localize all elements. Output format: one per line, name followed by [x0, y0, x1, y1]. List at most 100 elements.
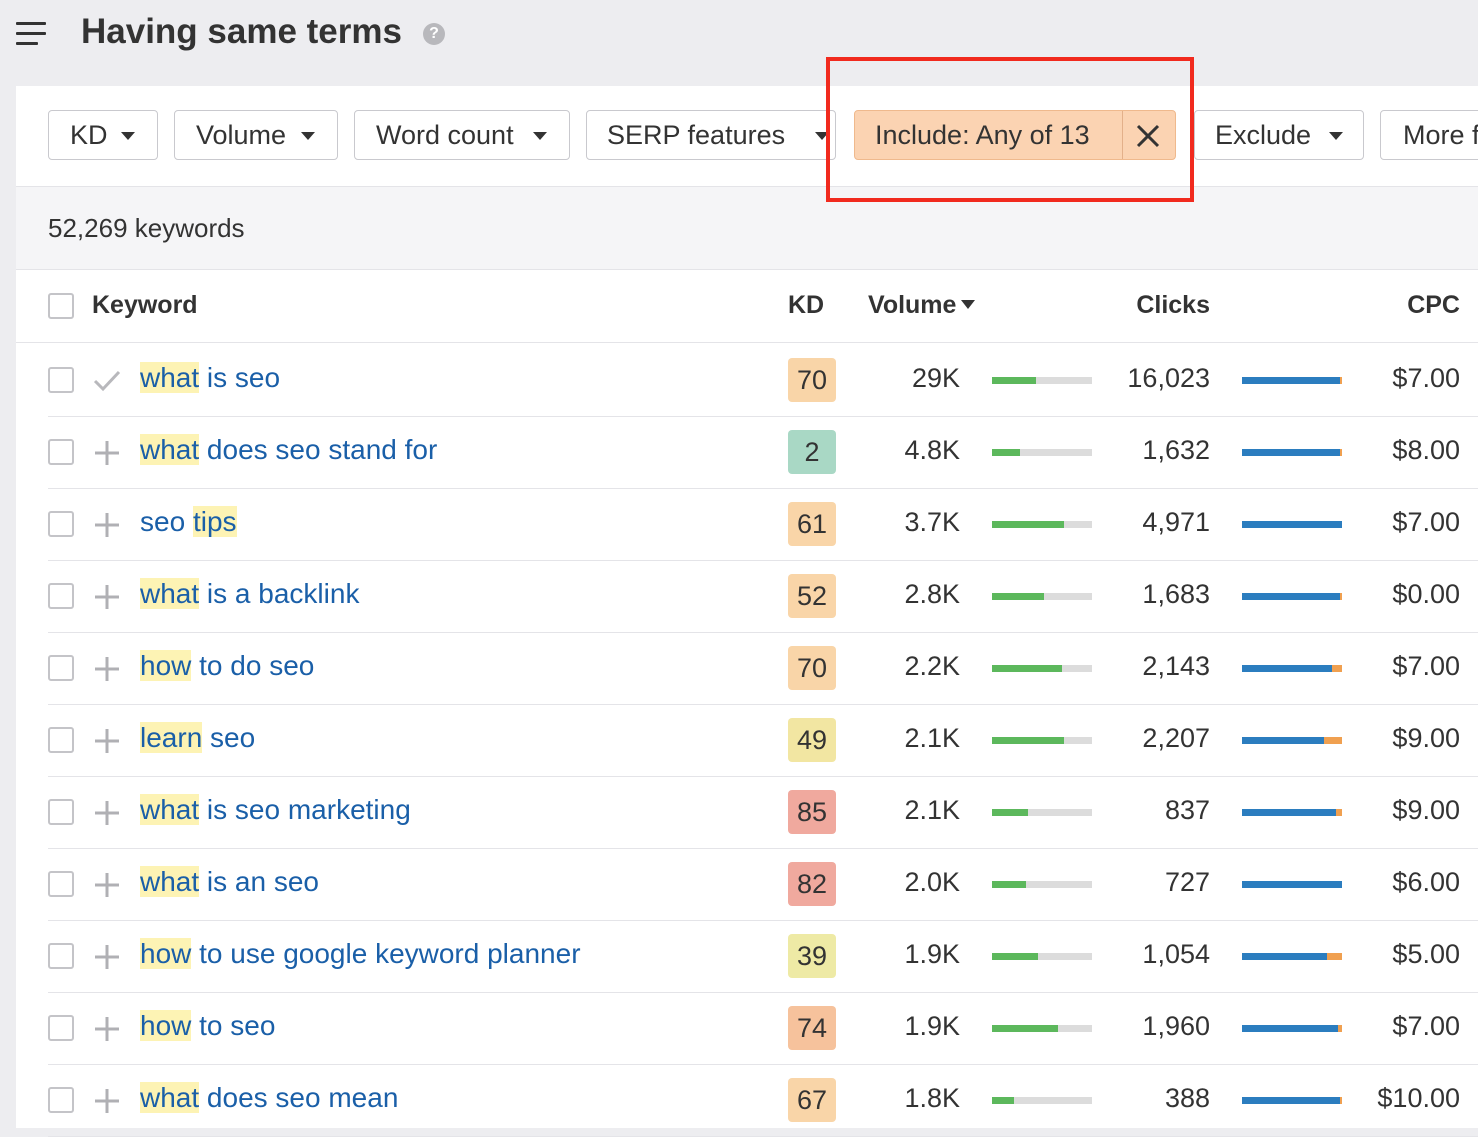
plus-icon[interactable] — [92, 870, 122, 900]
column-header-keyword[interactable]: Keyword — [92, 291, 198, 320]
row-checkbox[interactable] — [48, 655, 74, 681]
volume-bar — [992, 737, 1092, 744]
column-header-volume[interactable]: Volume — [868, 291, 976, 320]
select-all-checkbox[interactable] — [48, 293, 74, 319]
row-checkbox[interactable] — [48, 943, 74, 969]
volume-bar-fill — [992, 1097, 1014, 1104]
column-header-clicks[interactable]: Clicks — [1110, 291, 1210, 320]
table-row[interactable]: seo tips 61 3.7K 4,971 $7.00 — [48, 488, 1478, 561]
table-row[interactable]: what does seo mean 67 1.8K 388 $10.00 — [48, 1064, 1478, 1137]
row-checkbox[interactable] — [48, 439, 74, 465]
clicks-bar — [1242, 449, 1342, 456]
table-row[interactable]: how to seo 74 1.9K 1,960 $7.00 — [48, 992, 1478, 1065]
keyword-link[interactable]: what is an seo — [140, 866, 319, 898]
volume-value: 2.8K — [904, 579, 960, 609]
clicks-value: 837 — [1164, 795, 1210, 825]
keyword-link[interactable]: how to seo — [140, 1010, 275, 1042]
chevron-down-icon — [533, 132, 547, 140]
row-checkbox[interactable] — [48, 727, 74, 753]
clicks-bar — [1242, 377, 1342, 384]
volume-bar-fill — [992, 449, 1020, 456]
menu-icon[interactable] — [16, 22, 46, 46]
volume-bar-fill — [992, 593, 1044, 600]
chevron-down-icon — [1329, 132, 1343, 140]
clicks-bar-fill — [1242, 881, 1342, 888]
clicks-bar — [1242, 521, 1342, 528]
column-header-cpc[interactable]: CPC — [1380, 291, 1460, 320]
table-row[interactable]: learn seo 49 2.1K 2,207 $9.00 — [48, 704, 1478, 777]
kd-badge: 61 — [788, 502, 836, 546]
table-row[interactable]: what does seo stand for 2 4.8K 1,632 $8.00 — [48, 416, 1478, 489]
keyword-highlight: what — [140, 794, 200, 825]
keyword-link[interactable]: what is a backlink — [140, 578, 359, 610]
plus-icon[interactable] — [92, 726, 122, 756]
keyword-text: to seo — [191, 1010, 276, 1041]
clicks-value: 1,054 — [1142, 939, 1210, 969]
keyword-link[interactable]: how to do seo — [140, 650, 314, 682]
keyword-link[interactable]: seo tips — [140, 506, 237, 538]
kd-badge: 67 — [788, 1078, 836, 1122]
volume-value: 29K — [911, 363, 960, 393]
plus-icon[interactable] — [92, 510, 122, 540]
row-checkbox[interactable] — [48, 583, 74, 609]
table-row[interactable]: what is seo 70 29K 16,023 $7.00 — [48, 344, 1478, 417]
row-checkbox[interactable] — [48, 1087, 74, 1113]
results-summary: 52,269 keywords — [16, 187, 1478, 270]
keyword-link[interactable]: what is seo marketing — [140, 794, 411, 826]
table-row[interactable]: how to do seo 70 2.2K 2,143 $7.00 — [48, 632, 1478, 705]
table-row[interactable]: how to use google keyword planner 39 1.9K 1… — [48, 920, 1478, 993]
volume-bar — [992, 521, 1092, 528]
help-icon[interactable]: ? — [423, 23, 445, 45]
exclude-filter-button[interactable]: Exclude — [1194, 110, 1364, 160]
kd-badge: 82 — [788, 862, 836, 906]
cpc-value: $5.00 — [1392, 939, 1460, 969]
table-row[interactable]: what is an seo 82 2.0K 727 $6.00 — [48, 848, 1478, 921]
volume-bar-fill — [992, 953, 1038, 960]
row-checkbox[interactable] — [48, 511, 74, 537]
more-filters-button[interactable]: More f — [1380, 110, 1478, 160]
row-checkbox[interactable] — [48, 871, 74, 897]
kd-filter-button[interactable]: KD — [48, 110, 158, 160]
keyword-highlight: learn — [140, 722, 203, 753]
clicks-bar-fill — [1242, 953, 1327, 960]
keyword-link[interactable]: learn seo — [140, 722, 255, 754]
plus-icon[interactable] — [92, 942, 122, 972]
volume-bar — [992, 1097, 1092, 1104]
table-row[interactable]: what is seo marketing 85 2.1K 837 $9.00 — [48, 776, 1478, 849]
keyword-link[interactable]: how to use google keyword planner — [140, 938, 581, 970]
keyword-link[interactable]: what does seo stand for — [140, 434, 437, 466]
plus-icon[interactable] — [92, 1086, 122, 1116]
chevron-down-icon — [121, 132, 135, 140]
cpc-value: $7.00 — [1392, 363, 1460, 393]
volume-filter-button[interactable]: Volume — [174, 110, 338, 160]
keyword-link[interactable]: what is seo — [140, 362, 280, 394]
keyword-text: is seo — [199, 362, 281, 393]
clicks-bar — [1242, 593, 1342, 600]
clicks-value: 388 — [1164, 1083, 1210, 1113]
serp-features-filter-button[interactable]: SERP features — [586, 110, 836, 160]
volume-value: 1.9K — [904, 1011, 960, 1041]
filter-bar: KD Volume Word count SERP features Inclu… — [16, 86, 1478, 187]
row-checkbox[interactable] — [48, 367, 74, 393]
keyword-highlight: how — [140, 1010, 192, 1041]
row-checkbox[interactable] — [48, 1015, 74, 1041]
keyword-highlight: how — [140, 650, 192, 681]
word-count-filter-button[interactable]: Word count — [354, 110, 570, 160]
serp-features-filter-label: SERP features — [607, 120, 786, 150]
kd-badge: 85 — [788, 790, 836, 834]
plus-icon[interactable] — [92, 798, 122, 828]
clicks-bar — [1242, 737, 1342, 744]
row-checkbox[interactable] — [48, 799, 74, 825]
plus-icon[interactable] — [92, 582, 122, 612]
volume-bar-fill — [992, 1025, 1058, 1032]
check-icon[interactable] — [92, 366, 122, 396]
plus-icon[interactable] — [92, 1014, 122, 1044]
plus-icon[interactable] — [92, 438, 122, 468]
clicks-bar — [1242, 953, 1342, 960]
clicks-value: 16,023 — [1127, 363, 1210, 393]
keyword-link[interactable]: what does seo mean — [140, 1082, 398, 1114]
column-header-kd[interactable]: KD — [788, 291, 824, 320]
plus-icon[interactable] — [92, 654, 122, 684]
volume-bar-fill — [992, 665, 1062, 672]
table-row[interactable]: what is a backlink 52 2.8K 1,683 $0.00 — [48, 560, 1478, 633]
